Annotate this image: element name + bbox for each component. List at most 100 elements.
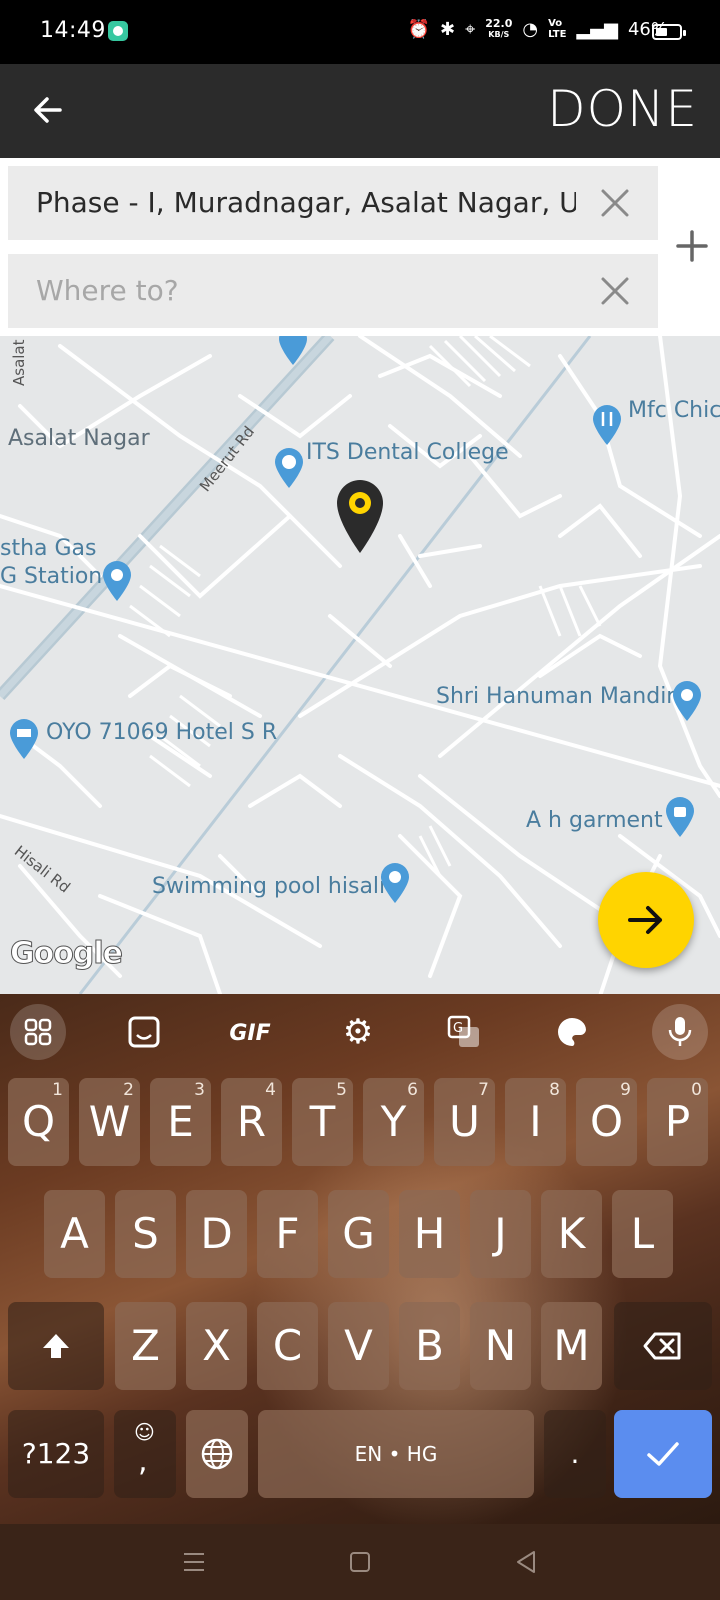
shopping-pin-icon[interactable] <box>664 796 696 838</box>
microphone-icon[interactable] <box>652 1004 708 1060</box>
location-icon: ⌖ <box>465 18 476 40</box>
apps-grid-icon[interactable] <box>10 1004 66 1060</box>
temple-pin-icon[interactable] <box>671 680 703 722</box>
wifi-icon: ◔ <box>522 18 539 40</box>
restaurant-pin-icon[interactable] <box>591 404 623 446</box>
key-4[interactable]: B <box>399 1302 460 1390</box>
settings-gear-icon[interactable]: ⚙ <box>330 1004 386 1060</box>
key-0[interactable]: Q1 <box>8 1078 69 1166</box>
key-1[interactable]: W2 <box>79 1078 140 1166</box>
key-number-hint: 0 <box>691 1080 702 1100</box>
google-logo: Google <box>10 936 124 972</box>
map-label-oyo-hotel: OYO 71069 Hotel S R <box>46 720 278 745</box>
key-3[interactable]: V <box>328 1302 389 1390</box>
period-key[interactable]: . <box>544 1410 606 1498</box>
translate-icon[interactable]: G <box>436 1004 492 1060</box>
education-pin-icon[interactable] <box>273 447 305 489</box>
key-2[interactable]: C <box>257 1302 318 1390</box>
signal-icon: ▂▄▆ <box>576 18 618 40</box>
gif-button[interactable]: GIF <box>222 1004 278 1060</box>
alarm-icon: ⏰ <box>407 18 430 40</box>
key-number-hint: 5 <box>336 1080 347 1100</box>
map-view[interactable]: Asalat N Asalat Nagar Meerut Rd ITS Dent… <box>0 336 720 994</box>
back-arrow-icon[interactable] <box>28 90 68 130</box>
key-number-hint: 4 <box>265 1080 276 1100</box>
soft-keyboard: GIF ⚙ G Q1W2E3R4T5Y6U7I8O9P0 ASDFGHJKL Z… <box>0 994 720 1524</box>
notification-app-icon <box>108 21 128 41</box>
pickup-field[interactable]: Phase - I, Muradnagar, Asalat Nagar, Ut <box>8 166 658 240</box>
enter-key[interactable] <box>614 1410 712 1498</box>
back-triangle-icon[interactable] <box>510 1546 542 1578</box>
net-speed: 22.0 KB/S <box>485 18 512 40</box>
key-1[interactable]: X <box>186 1302 247 1390</box>
pickup-input[interactable]: Phase - I, Muradnagar, Asalat Nagar, Ut <box>36 186 576 219</box>
key-label: Q <box>21 1097 56 1146</box>
key-5[interactable]: Y6 <box>363 1078 424 1166</box>
key-label: U <box>449 1097 480 1146</box>
key-2[interactable]: E3 <box>150 1078 211 1166</box>
key-4[interactable]: T5 <box>292 1078 353 1166</box>
hotel-pin-icon[interactable] <box>8 718 40 760</box>
map-pin-top-icon[interactable] <box>277 336 309 366</box>
keyboard-toolbar: GIF ⚙ G <box>0 994 720 1066</box>
map-label-shri-hanuman: Shri Hanuman Mandir <box>436 684 676 709</box>
map-label-ah-garment: A h garment <box>526 808 663 833</box>
arrow-right-icon <box>628 906 662 934</box>
key-8[interactable]: L <box>612 1190 673 1278</box>
clear-destination-icon[interactable] <box>598 274 632 308</box>
home-icon[interactable] <box>344 1546 376 1578</box>
key-number-hint: 1 <box>52 1080 63 1100</box>
key-0[interactable]: A <box>44 1190 105 1278</box>
globe-icon <box>201 1438 233 1470</box>
symbols-key[interactable]: ?123 <box>8 1410 104 1498</box>
key-6[interactable]: U7 <box>434 1078 495 1166</box>
recent-apps-icon[interactable] <box>178 1546 210 1578</box>
language-globe-key[interactable] <box>186 1410 248 1498</box>
key-3[interactable]: F <box>257 1190 318 1278</box>
current-location-pin-icon[interactable] <box>335 478 385 554</box>
key-number-hint: 9 <box>620 1080 631 1100</box>
theme-palette-icon[interactable] <box>544 1004 600 1060</box>
status-icons: ⏰ ✱ ⌖ 22.0 KB/S ◔ Vo LTE ▂▄▆ 46% <box>407 18 668 41</box>
map-label-gas-station-2: G Station <box>0 564 103 589</box>
map-label-gas-station-1: stha Gas <box>0 536 97 561</box>
key-6[interactable]: M <box>541 1302 602 1390</box>
emoji-comma-key[interactable]: ☺ , <box>114 1410 176 1498</box>
status-bar: 14:49 ⏰ ✱ ⌖ 22.0 KB/S ◔ Vo LTE ▂▄▆ 46% <box>0 0 720 64</box>
destination-field[interactable]: Where to? <box>8 254 658 328</box>
sticker-icon[interactable] <box>116 1004 172 1060</box>
key-0[interactable]: Z <box>115 1302 176 1390</box>
key-9[interactable]: P0 <box>647 1078 708 1166</box>
volte-icon: Vo LTE <box>548 18 567 40</box>
clear-pickup-icon[interactable] <box>598 186 632 220</box>
key-8[interactable]: O9 <box>576 1078 637 1166</box>
gas-station-pin-icon[interactable] <box>101 560 133 602</box>
swimming-pin-icon[interactable] <box>379 862 411 904</box>
key-7[interactable]: K <box>541 1190 602 1278</box>
destination-input[interactable]: Where to? <box>36 274 576 307</box>
add-stop-icon[interactable] <box>670 224 714 268</box>
battery-icon <box>652 24 686 40</box>
shift-key[interactable] <box>8 1302 104 1390</box>
space-key[interactable]: EN • HG <box>258 1410 534 1498</box>
check-icon <box>647 1442 679 1466</box>
key-6[interactable]: J <box>470 1190 531 1278</box>
key-label: E <box>167 1097 194 1146</box>
key-1[interactable]: S <box>115 1190 176 1278</box>
map-label-mfc: Mfc Chic <box>628 398 720 423</box>
backspace-key[interactable] <box>614 1302 712 1390</box>
key-number-hint: 2 <box>123 1080 134 1100</box>
comma-label: , <box>138 1444 148 1479</box>
key-label: T <box>309 1097 336 1146</box>
key-2[interactable]: D <box>186 1190 247 1278</box>
go-next-button[interactable] <box>598 872 694 968</box>
key-number-hint: 8 <box>549 1080 560 1100</box>
map-label-asalat-vertical: Asalat N <box>10 336 28 386</box>
key-4[interactable]: G <box>328 1190 389 1278</box>
key-5[interactable]: N <box>470 1302 531 1390</box>
done-button[interactable]: DONE <box>547 80 698 138</box>
key-3[interactable]: R4 <box>221 1078 282 1166</box>
key-label: P <box>664 1097 691 1146</box>
key-7[interactable]: I8 <box>505 1078 566 1166</box>
key-5[interactable]: H <box>399 1190 460 1278</box>
